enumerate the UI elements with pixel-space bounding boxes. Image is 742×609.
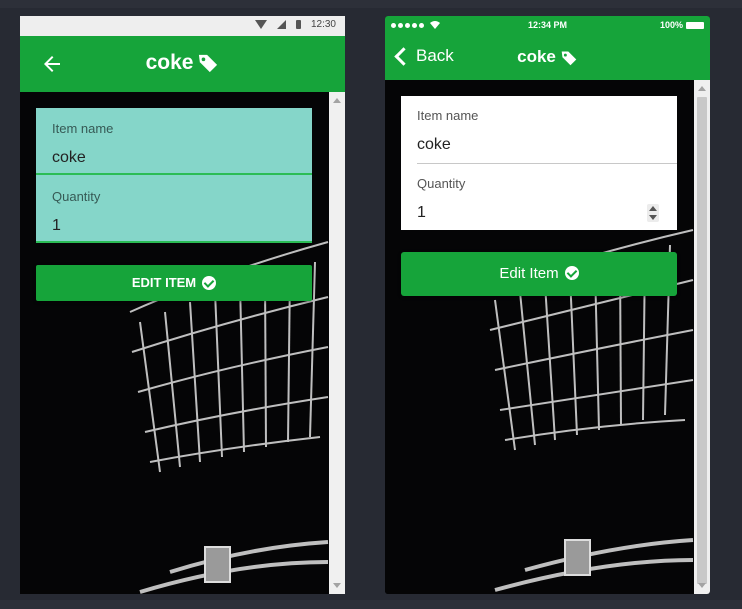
status-time: 12:30 [310,19,336,30]
item-name-field[interactable]: coke [417,136,451,154]
ios-status-bar: 12:34 PM 100% [385,16,710,36]
top-strip [0,0,742,8]
battery-percent: 100% [659,20,683,30]
android-preview: 12:30 coke Item name coke Quantity 1 EDI… [20,16,345,594]
scrollbar-thumb[interactable] [697,97,707,584]
battery-icon [686,21,704,29]
signal-icon [276,20,286,29]
quantity-field[interactable]: 1 [417,204,426,222]
ios-scrollbar[interactable] [694,80,710,594]
check-circle-icon [564,266,579,281]
wifi-icon [254,20,267,29]
item-form: Item name coke Quantity 1 [401,96,677,230]
item-name-field[interactable]: coke [52,149,86,167]
tag-icon [561,50,577,65]
spinner-icon[interactable] [647,204,659,222]
android-app-bar: coke [20,36,345,92]
edit-item-button-label: EDIT ITEM [131,275,197,290]
battery-icon [295,20,301,29]
quantity-underline [36,241,312,243]
item-name-label: Item name [52,121,114,136]
tag-icon [199,55,218,73]
scroll-down-arrow[interactable] [333,583,341,588]
page-title-text: coke [517,47,556,66]
ios-preview: 12:34 PM 100% Back coke Item name coke Q… [385,16,710,594]
bottom-strip [0,600,742,609]
ios-nav-bar: Back coke [385,36,710,80]
item-form: Item name coke Quantity 1 [36,108,312,243]
edit-item-button-label: Edit Item [499,265,559,282]
edit-item-button[interactable]: Edit Item [401,252,677,296]
page-title: coke [385,47,710,67]
quantity-label: Quantity [52,189,101,204]
edit-item-button[interactable]: EDIT ITEM [36,265,312,301]
scroll-up-arrow[interactable] [333,98,341,103]
scroll-up-arrow[interactable] [698,86,706,91]
quantity-label: Quantity [417,176,466,191]
check-circle-icon [202,275,217,290]
android-scrollbar[interactable] [329,92,345,594]
item-name-underline [36,173,312,175]
page-title-text: coke [145,51,194,74]
item-name-label: Item name [417,108,479,123]
item-name-underline [417,163,677,164]
android-status-bar: 12:30 [20,16,345,36]
quantity-field[interactable]: 1 [52,217,61,235]
scroll-down-arrow[interactable] [698,583,706,588]
page-title: coke [20,51,345,75]
